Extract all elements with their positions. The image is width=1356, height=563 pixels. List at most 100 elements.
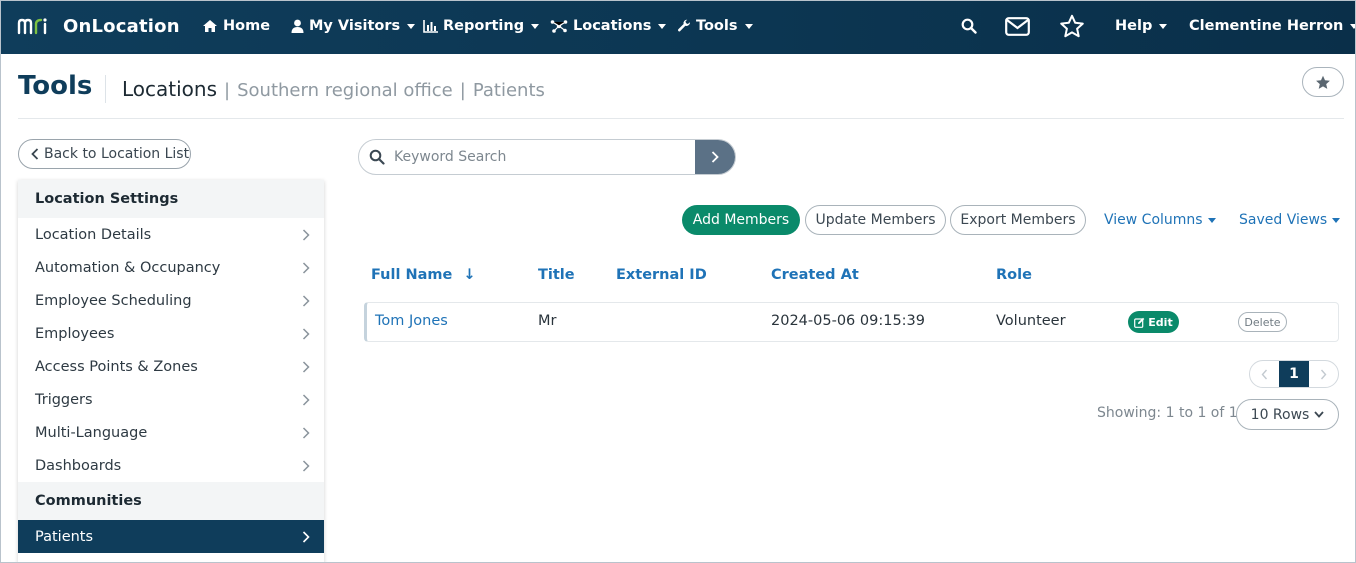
- view-columns-dropdown[interactable]: View Columns: [1104, 205, 1216, 235]
- search-nav-button[interactable]: [961, 1, 977, 51]
- sidebar-item-label: Employee Scheduling: [35, 292, 192, 309]
- breadcrumb-patients: Patients: [472, 80, 545, 101]
- cell-role: Volunteer: [996, 313, 1066, 329]
- section-location-settings: Location Settings: [18, 180, 324, 218]
- search-submit-button[interactable]: [695, 140, 735, 174]
- nav-tools[interactable]: Tools: [677, 1, 753, 51]
- chevron-right-icon: [302, 327, 310, 340]
- search-input[interactable]: [394, 149, 684, 165]
- user-menu[interactable]: Clementine Herron: [1189, 1, 1355, 51]
- breadcrumb-separator: |: [459, 80, 466, 101]
- sidebar-item-automation-occupancy[interactable]: Automation & Occupancy: [18, 251, 324, 284]
- nav-reporting-label: Reporting: [443, 18, 525, 34]
- section-communities: Communities: [18, 482, 324, 520]
- nav-home-label: Home: [223, 18, 271, 34]
- pagination: 1: [1249, 360, 1339, 388]
- column-header-role[interactable]: Role: [996, 267, 1032, 283]
- chevron-right-icon: [302, 459, 310, 472]
- sidebar-item-dashboards[interactable]: Dashboards: [18, 449, 324, 482]
- chevron-down-icon: [658, 23, 667, 29]
- chevron-right-icon: [302, 360, 310, 373]
- column-header-external-id[interactable]: External ID: [616, 267, 707, 283]
- favorites-nav-button[interactable]: [1059, 1, 1085, 51]
- keyword-search: [358, 139, 736, 175]
- export-members-button[interactable]: Export Members: [950, 205, 1086, 235]
- messages-button[interactable]: [1005, 1, 1030, 51]
- edit-button[interactable]: Edit: [1128, 311, 1179, 333]
- top-navbar: OnLocation Home My Visitors Reporting Lo…: [1, 1, 1355, 54]
- sidebar-item-location-details[interactable]: Location Details: [18, 218, 324, 251]
- saved-views-dropdown[interactable]: Saved Views: [1239, 205, 1341, 235]
- delete-button[interactable]: Delete: [1238, 312, 1287, 332]
- saved-views-label: Saved Views: [1239, 212, 1328, 228]
- star-icon: [1316, 75, 1330, 89]
- chevron-down-icon: [744, 23, 753, 29]
- sidebar-item-label: Automation & Occupancy: [35, 259, 221, 276]
- network-icon: [550, 19, 568, 33]
- back-to-location-list-button[interactable]: Back to Location List: [18, 139, 191, 169]
- sidebar-item-patients[interactable]: Patients: [18, 520, 324, 553]
- breadcrumb-office[interactable]: Southern regional office: [237, 80, 453, 101]
- breadcrumb-locations[interactable]: Locations: [122, 77, 217, 101]
- app-name: OnLocation: [63, 15, 180, 37]
- envelope-icon: [1005, 16, 1030, 36]
- previous-page-button[interactable]: [1250, 361, 1279, 387]
- cell-title: Mr: [538, 313, 557, 329]
- chevron-left-icon: [1261, 369, 1268, 379]
- add-members-button[interactable]: Add Members: [682, 205, 800, 235]
- nav-reporting[interactable]: Reporting: [423, 1, 540, 51]
- search-icon: [369, 149, 385, 165]
- sidebar-item-label: Location Details: [35, 226, 152, 243]
- nav-locations[interactable]: Locations: [550, 1, 667, 51]
- edit-icon: [1134, 317, 1145, 328]
- chevron-right-icon: [1320, 369, 1327, 379]
- chevron-right-icon: [302, 261, 310, 274]
- mri-logo-icon: [17, 18, 47, 35]
- rows-per-page-label: 10 Rows: [1250, 406, 1310, 423]
- column-header-created-at[interactable]: Created At: [771, 267, 859, 283]
- chevron-down-icon: [1314, 411, 1325, 418]
- column-header-title[interactable]: Title: [538, 267, 575, 283]
- chevron-right-icon: [302, 426, 310, 439]
- title-divider: [105, 75, 106, 103]
- sidebar-item-multi-language[interactable]: Multi-Language: [18, 416, 324, 449]
- nav-home[interactable]: Home: [202, 1, 270, 51]
- chevron-left-icon: [31, 148, 39, 160]
- breadcrumb-separator: |: [224, 80, 231, 101]
- page-button-current[interactable]: 1: [1279, 361, 1309, 387]
- sidebar-item-employees[interactable]: Employees: [18, 317, 324, 350]
- rows-per-page-dropdown[interactable]: 10 Rows: [1236, 399, 1339, 430]
- chevron-right-icon: [302, 393, 310, 406]
- sidebar-item-label: Access Points & Zones: [35, 358, 198, 375]
- chevron-right-icon: [302, 228, 310, 241]
- chevron-down-icon: [531, 23, 540, 29]
- nav-help[interactable]: Help: [1115, 1, 1168, 51]
- chevron-right-icon: [302, 294, 310, 307]
- sidebar-item-access-points-zones[interactable]: Access Points & Zones: [18, 350, 324, 383]
- app-logo[interactable]: OnLocation: [17, 14, 180, 38]
- next-page-button[interactable]: [1309, 361, 1338, 387]
- star-icon: [1060, 14, 1084, 37]
- sidebar-item-triggers[interactable]: Triggers: [18, 383, 324, 416]
- cell-full-name[interactable]: Tom Jones: [375, 313, 448, 329]
- header-divider: [18, 118, 1344, 119]
- add-favorite-button[interactable]: [1302, 67, 1344, 97]
- breadcrumb: Locations | Southern regional office | P…: [122, 77, 545, 101]
- sidebar-item-employee-scheduling[interactable]: Employee Scheduling: [18, 284, 324, 317]
- app-window: OnLocation Home My Visitors Reporting Lo…: [0, 0, 1356, 563]
- wrench-icon: [677, 19, 691, 33]
- nav-my-visitors[interactable]: My Visitors: [291, 1, 416, 51]
- chevron-right-icon: [711, 151, 719, 163]
- search-icon: [961, 18, 977, 34]
- nav-tools-label: Tools: [696, 18, 738, 34]
- bar-chart-icon: [423, 19, 438, 33]
- sidebar-item-label: Multi-Language: [35, 424, 148, 441]
- user-icon: [291, 19, 304, 33]
- page-title: Tools: [18, 71, 93, 101]
- edit-button-label: Edit: [1148, 315, 1173, 329]
- chevron-down-icon: [1207, 217, 1216, 223]
- update-members-button[interactable]: Update Members: [805, 205, 946, 235]
- user-name: Clementine Herron: [1189, 18, 1344, 34]
- home-icon: [202, 19, 218, 33]
- column-header-full-name[interactable]: Full Name ↓: [371, 267, 476, 283]
